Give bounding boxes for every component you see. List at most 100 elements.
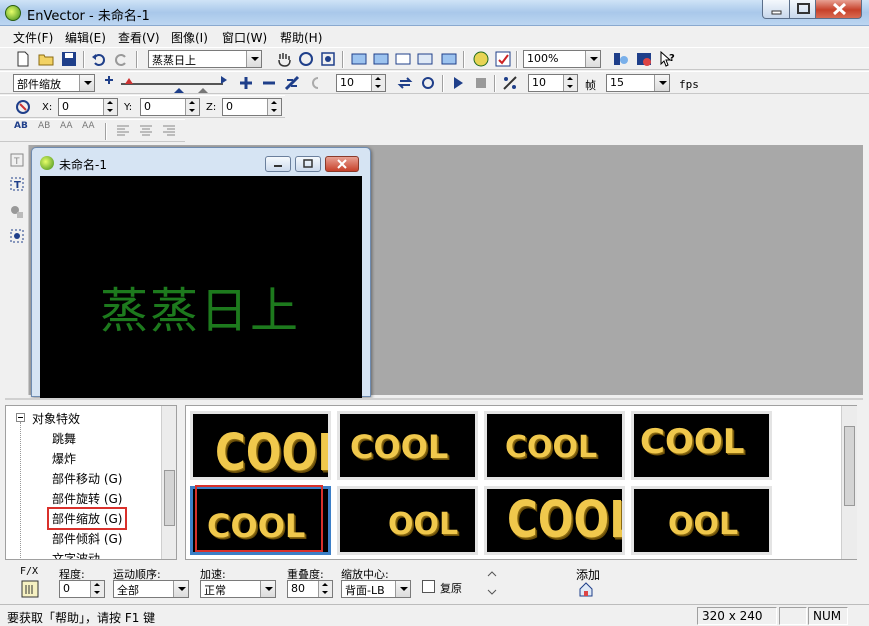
control-scroller[interactable] [486, 568, 498, 598]
layer-backward-icon[interactable] [416, 50, 434, 68]
center-combo[interactable]: 背面-LB [341, 580, 411, 598]
frame-spinner[interactable]: 10 [336, 74, 386, 92]
hand-icon[interactable] [275, 50, 293, 68]
redo-icon[interactable] [112, 50, 130, 68]
z-spinner[interactable]: 0 [222, 98, 282, 116]
toolbar-position: X: 0 Y: 0 Z: 0 [0, 95, 285, 118]
fps-combo[interactable]: 15 [606, 74, 670, 92]
overlap-spinner[interactable]: 80 [287, 580, 333, 598]
add-effect-icon[interactable] [577, 580, 595, 598]
tree-item[interactable]: 部件旋转 (G) [52, 490, 122, 507]
repeat-icon[interactable] [419, 74, 437, 92]
rotate-hand-icon[interactable] [297, 50, 315, 68]
undo-icon[interactable] [90, 50, 108, 68]
loop-icon[interactable] [396, 74, 414, 92]
preview-tile[interactable]: COOL [484, 411, 625, 480]
stop-icon[interactable] [472, 74, 490, 92]
document-window[interactable]: 未命名-1 蒸蒸日上 [31, 147, 371, 398]
gallery-scrollbar[interactable] [841, 406, 857, 559]
properties-icon[interactable] [494, 50, 512, 68]
preview-tile[interactable]: COOL [190, 411, 331, 480]
speed-icon[interactable] [501, 74, 519, 92]
text-spacing-2-icon[interactable]: AB [38, 122, 56, 140]
shape-tool-icon[interactable] [8, 203, 26, 221]
tree-item-selected[interactable]: 部件缩放 (G) [46, 507, 128, 530]
collapse-icon[interactable] [16, 413, 25, 422]
rotate-3d-icon[interactable] [14, 98, 32, 116]
minimize-button[interactable] [762, 0, 790, 19]
tree-item[interactable]: 文字波动 [52, 550, 100, 559]
menu-help[interactable]: 帮助(H) [280, 29, 322, 46]
left-toolbox: T T [5, 145, 29, 395]
menu-image[interactable]: 图像(I) [171, 29, 208, 46]
order-combo[interactable]: 全部 [113, 580, 189, 598]
align-center-icon[interactable] [137, 122, 155, 140]
svg-text:?: ? [669, 53, 675, 64]
preview-tile[interactable]: OOL [337, 486, 478, 555]
tree-item[interactable]: 部件倾斜 (G) [52, 530, 122, 547]
document-canvas[interactable]: 蒸蒸日上 [40, 176, 362, 398]
text-height-2-icon[interactable]: AA [82, 122, 100, 140]
speed-spinner[interactable]: 10 [528, 74, 578, 92]
preview-tile[interactable]: COOL [631, 411, 772, 480]
doc-maximize-button[interactable] [295, 156, 321, 172]
timeline-slider[interactable] [103, 74, 233, 94]
speed-spinner-value: 10 [532, 76, 546, 89]
tree-item[interactable]: 跳舞 [52, 430, 76, 447]
close-button[interactable] [815, 0, 862, 19]
layer-front-icon[interactable] [350, 50, 368, 68]
select-tool-icon[interactable] [8, 227, 26, 245]
text-frame-icon[interactable]: T [8, 151, 26, 169]
tree-item[interactable]: 部件移动 (G) [52, 470, 122, 487]
tree-scrollbar[interactable] [161, 406, 176, 559]
remove-keyframe-icon[interactable] [260, 74, 278, 92]
zoom-combo[interactable]: 100% [523, 50, 601, 68]
menu-file[interactable]: 文件(F) [13, 29, 53, 46]
swap-keyframe-icon[interactable] [283, 74, 301, 92]
restore-checkbox[interactable] [422, 580, 435, 593]
open-folder-icon[interactable] [37, 50, 55, 68]
align-right-icon[interactable] [160, 122, 178, 140]
globe-icon[interactable] [472, 50, 490, 68]
layer-back-icon[interactable] [394, 50, 412, 68]
preview-tile[interactable]: OOL [631, 486, 772, 555]
tree-root[interactable]: 对象特效 [32, 410, 80, 427]
text-combo-value: 蒸蒸日上 [152, 54, 196, 67]
fx-preview-icon[interactable] [21, 580, 39, 598]
layer-bottom-icon[interactable] [440, 50, 458, 68]
add-keyframe-icon[interactable] [237, 74, 255, 92]
text-tool-icon[interactable]: T [8, 175, 26, 193]
y-spinner[interactable]: 0 [140, 98, 200, 116]
text-height-icon[interactable]: AA [60, 122, 78, 140]
maximize-button[interactable] [789, 0, 816, 19]
loop-back-icon[interactable] [306, 74, 324, 92]
effect-combo[interactable]: 部件缩放 [13, 74, 95, 92]
doc-close-button[interactable] [325, 156, 359, 172]
menu-window[interactable]: 窗口(W) [222, 29, 267, 46]
preview-tile[interactable]: COOL [337, 411, 478, 480]
play-icon[interactable] [449, 74, 467, 92]
text-spacing-label: AB [14, 121, 28, 131]
degree-spinner[interactable]: 0 [59, 580, 105, 598]
frame-unit-label: 帧 [585, 79, 596, 92]
accel-combo[interactable]: 正常 [200, 580, 276, 598]
close-icon [832, 2, 847, 16]
target-icon[interactable] [319, 50, 337, 68]
canvas-text[interactable]: 蒸蒸日上 [100, 271, 300, 341]
minimize-icon [274, 165, 282, 167]
text-spacing-icon[interactable]: AB [14, 122, 32, 140]
fx-tool-icon[interactable] [612, 50, 630, 68]
preview-tile[interactable]: COOL [484, 486, 625, 555]
menu-view[interactable]: 查看(V) [118, 29, 160, 46]
align-left-icon[interactable] [114, 122, 132, 140]
x-spinner[interactable]: 0 [58, 98, 118, 116]
menu-edit[interactable]: 编辑(E) [65, 29, 106, 46]
layer-forward-icon[interactable] [372, 50, 390, 68]
tree-item[interactable]: 爆炸 [52, 450, 76, 467]
new-file-icon[interactable] [14, 50, 32, 68]
save-icon[interactable] [60, 50, 78, 68]
doc-minimize-button[interactable] [265, 156, 291, 172]
text-combo[interactable]: 蒸蒸日上 [148, 50, 262, 68]
help-pointer-icon[interactable]: ? [658, 50, 676, 68]
preview-icon[interactable] [635, 50, 653, 68]
